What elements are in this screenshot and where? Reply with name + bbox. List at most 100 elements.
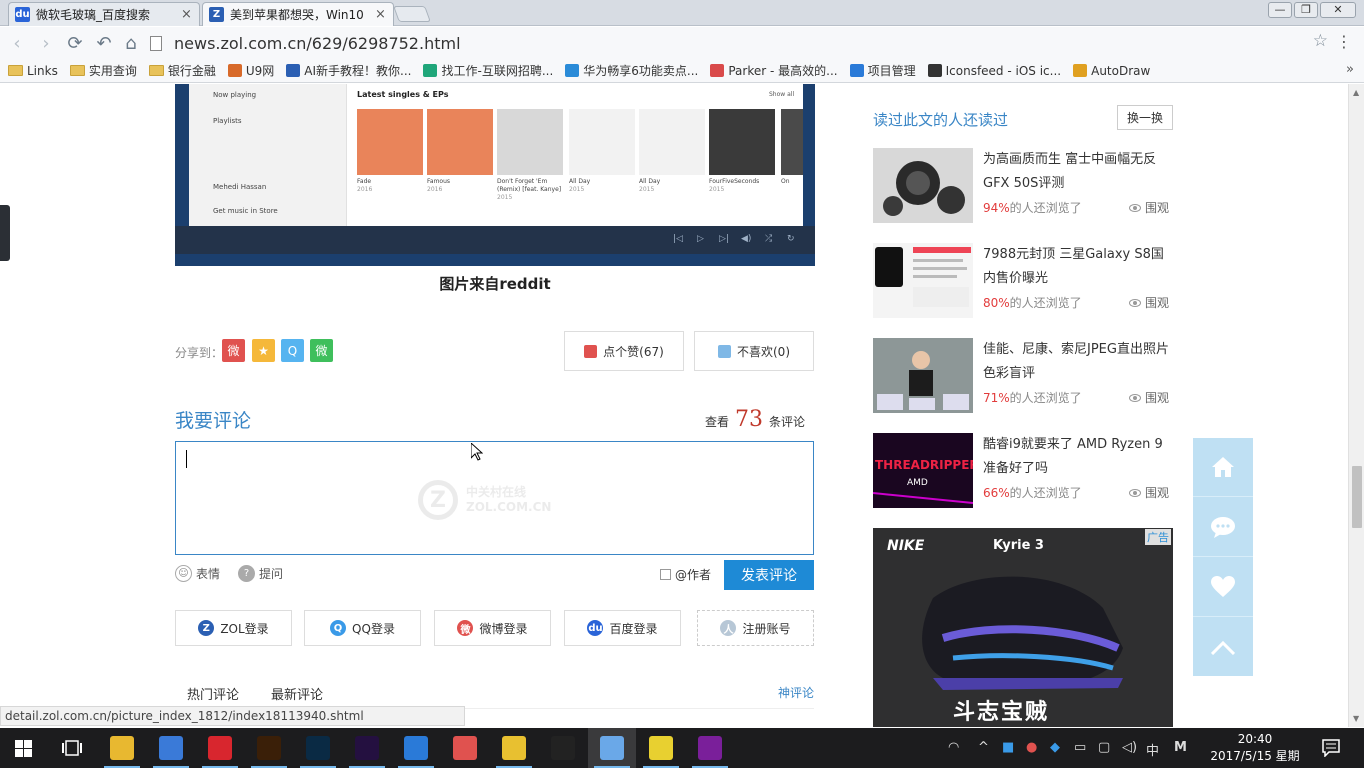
tab-close-icon[interactable]: ×: [181, 7, 193, 22]
restore-button[interactable]: ❐: [1294, 2, 1318, 18]
scroll-down-icon[interactable]: ▼: [1353, 714, 1359, 723]
bookmark-star-icon[interactable]: ☆: [1313, 31, 1328, 51]
capture-app-icon[interactable]: [551, 736, 575, 760]
related-thumbnail[interactable]: [873, 243, 973, 318]
sticky-notes-icon[interactable]: [649, 736, 673, 760]
bookmark-item[interactable]: Parker - 最高效的...: [710, 62, 838, 79]
refresh-icon[interactable]: ⟳: [62, 30, 88, 56]
watch-link[interactable]: 围观: [1129, 389, 1169, 406]
minimize-button[interactable]: —: [1268, 2, 1292, 18]
dribbble-app-icon[interactable]: [453, 736, 477, 760]
related-title-link[interactable]: 佳能、尼康、索尼JPEG直出照片色彩盲评: [983, 338, 1173, 386]
related-title-link[interactable]: 酷睿i9就要来了 AMD Ryzen 9准备好了吗: [983, 433, 1173, 481]
bookmark-item[interactable]: Iconsfeed - iOS ic...: [927, 64, 1061, 78]
axure-rp-icon[interactable]: [698, 736, 722, 760]
tray-device-icon[interactable]: ▭: [1074, 740, 1086, 755]
heart-icon[interactable]: [1193, 558, 1253, 617]
related-thumbnail[interactable]: [873, 338, 973, 413]
bookmark-item[interactable]: 华为畅享6功能卖点...: [565, 62, 698, 79]
home-icon[interactable]: [1193, 438, 1253, 497]
zol-login-button[interactable]: Z ZOL登录: [175, 610, 292, 646]
comment-count[interactable]: 查看 73 条评论: [705, 407, 805, 432]
weibo-share-icon[interactable]: 微: [222, 339, 245, 362]
wifi-icon[interactable]: ◠: [948, 740, 959, 755]
tab-latest-comments[interactable]: 最新评论: [271, 684, 323, 703]
vertical-scrollbar[interactable]: ▲ ▼: [1348, 84, 1364, 727]
forward-icon[interactable]: ›: [33, 30, 59, 56]
scroll-up-icon[interactable]: ▲: [1353, 88, 1359, 97]
baidu-login-button[interactable]: du 百度登录: [564, 610, 681, 646]
post-comment-button[interactable]: 发表评论: [724, 560, 814, 590]
related-thumbnail[interactable]: [873, 148, 973, 223]
close-window-button[interactable]: ✕: [1320, 2, 1356, 18]
feishu-icon[interactable]: [404, 736, 428, 760]
related-title-link[interactable]: 7988元封顶 三星Galaxy S8国内售价曝光: [983, 243, 1173, 291]
show-hidden-icon[interactable]: ^: [978, 740, 989, 755]
watch-link[interactable]: 围观: [1129, 294, 1169, 311]
scrollbar-thumb[interactable]: [1352, 466, 1362, 528]
up-icon[interactable]: [1193, 618, 1253, 677]
address-bar[interactable]: news.zol.com.cn/629/6298752.html: [150, 31, 1330, 55]
network-icon[interactable]: ▢: [1098, 740, 1110, 755]
tray-app-icon[interactable]: ■: [1002, 740, 1014, 755]
wechat-share-icon[interactable]: 微: [310, 339, 333, 362]
tray-netease-icon[interactable]: ●: [1026, 740, 1037, 755]
tray-security-icon[interactable]: ◆: [1050, 740, 1060, 755]
related-thumbnail[interactable]: THREADRIPPER AMD: [873, 433, 973, 508]
windows-start-icon[interactable]: [15, 740, 32, 757]
volume-icon[interactable]: ◁): [1122, 740, 1137, 755]
home-icon[interactable]: ⌂: [118, 30, 144, 56]
after-effects-icon[interactable]: [355, 736, 379, 760]
tab-hot-comments[interactable]: 热门评论: [187, 684, 239, 703]
emoji-icon[interactable]: ☺: [175, 565, 192, 582]
like-button[interactable]: 点个赞(67): [564, 331, 684, 371]
system-clock[interactable]: 20:40 2017/5/15 星期一: [1206, 731, 1304, 768]
qq-share-icon[interactable]: Q: [281, 339, 304, 362]
dislike-button[interactable]: 不喜欢(0): [694, 331, 814, 371]
qzone-share-icon[interactable]: ★: [252, 339, 275, 362]
browser-360-icon[interactable]: [159, 736, 183, 760]
qq-login-button[interactable]: Q QQ登录: [304, 610, 421, 646]
task-view-icon[interactable]: [62, 740, 82, 756]
related-article[interactable]: THREADRIPPER AMD 酷睿i9就要来了 AMD Ryzen 9准备好了吗…: [873, 433, 1173, 509]
file-explorer-icon[interactable]: [110, 736, 134, 760]
related-article[interactable]: 7988元封顶 三星Galaxy S8国内售价曝光 80%的人还浏览了 围观: [873, 243, 1173, 319]
swap-button[interactable]: 换一换: [1117, 105, 1173, 130]
bookmark-item[interactable]: Links: [8, 64, 58, 78]
photoshop-icon[interactable]: [306, 736, 330, 760]
new-tab-button[interactable]: [393, 6, 431, 22]
article-image[interactable]: Now playing Playlists Mehedi Hassan Get …: [175, 84, 815, 266]
undo-close-icon[interactable]: ↶: [91, 30, 117, 56]
bookmark-item[interactable]: 银行金融: [148, 62, 216, 79]
ime-indicator[interactable]: 中: [1146, 740, 1159, 759]
question-icon[interactable]: ?: [238, 565, 256, 582]
comment-icon[interactable]: [1193, 498, 1253, 557]
comment-textarea[interactable]: Z 中关村在线 ZOL.COM.CN: [175, 441, 814, 555]
netease-music-icon[interactable]: [208, 736, 232, 760]
bookmark-item[interactable]: AI新手教程！教你...: [286, 62, 411, 79]
notification-center-icon[interactable]: [1322, 739, 1340, 757]
emoji-label[interactable]: 表情: [196, 565, 220, 582]
register-button[interactable]: 人注册账号: [697, 610, 814, 646]
bookmark-item[interactable]: 项目管理: [849, 62, 916, 79]
related-title-link[interactable]: 为高画质而生 富士中画幅无反GFX 50S评测: [983, 148, 1173, 196]
watch-link[interactable]: 围观: [1129, 199, 1169, 216]
question-label[interactable]: 提问: [259, 565, 283, 582]
ime-mode-indicator[interactable]: M: [1174, 740, 1187, 755]
bookmark-item[interactable]: AutoDraw: [1073, 64, 1150, 78]
related-article[interactable]: 佳能、尼康、索尼JPEG直出照片色彩盲评 71%的人还浏览了 围观: [873, 338, 1173, 414]
tab-zol-article[interactable]: Z 美到苹果都想哭，Win10 ×: [202, 2, 394, 26]
watch-link[interactable]: 围观: [1129, 484, 1169, 501]
notes-app-icon[interactable]: [502, 736, 526, 760]
related-article[interactable]: 为高画质而生 富士中画幅无反GFX 50S评测 94%的人还浏览了 围观: [873, 148, 1173, 224]
browser-active-icon[interactable]: [600, 736, 624, 760]
mention-author-checkbox[interactable]: [660, 569, 671, 580]
more-bookmarks-icon[interactable]: »: [1346, 62, 1354, 77]
menu-icon[interactable]: ⋮: [1336, 32, 1352, 51]
bookmark-item[interactable]: 实用查询: [69, 62, 137, 79]
side-drag-handle[interactable]: [0, 205, 10, 261]
tab-close-icon[interactable]: ×: [375, 7, 387, 22]
illustrator-icon[interactable]: [257, 736, 281, 760]
god-comments-link[interactable]: 神评论: [778, 684, 814, 701]
mention-author-option[interactable]: @作者: [660, 566, 711, 583]
